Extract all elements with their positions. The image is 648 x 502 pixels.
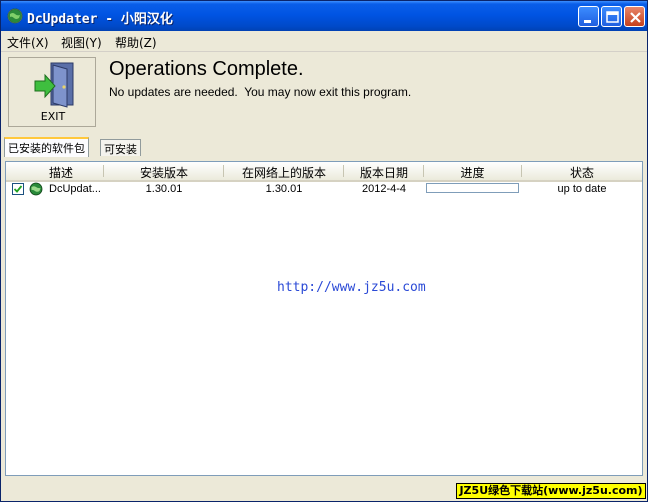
watermark-badge: JZ5U绿色下载站(www.jz5u.com) [456, 483, 646, 499]
close-button[interactable] [624, 6, 645, 27]
globe-app-icon [7, 8, 23, 24]
package-description: DcUpdat... [49, 183, 101, 195]
status-header: EXIT Operations Complete. No updates are… [1, 52, 647, 131]
title-bar[interactable]: DcUpdater - 小阳汉化 [1, 1, 647, 31]
exit-label: EXIT [40, 110, 66, 123]
watermark-url: http://www.jz5u.com [277, 280, 426, 295]
table-row[interactable]: DcUpdat... 1.30.01 1.30.01 2012-4-4 up t… [6, 180, 642, 198]
exit-door-icon [34, 62, 74, 108]
column-online-version[interactable]: 在网络上的版本 [224, 164, 344, 181]
menu-view[interactable]: 视图(Y) [61, 34, 102, 51]
tab-strip: 已安装的软件包 可安装 [1, 131, 647, 161]
progress-bar [426, 183, 519, 193]
close-icon [630, 12, 641, 23]
release-date: 2012-4-4 [361, 183, 407, 195]
tab-available[interactable]: 可安装 [100, 139, 141, 156]
online-version: 1.30.01 [265, 183, 303, 195]
app-window: DcUpdater - 小阳汉化 文件(X) 视图(Y) 帮助(Z) EXIT … [0, 0, 648, 502]
list-header: 描述 安装版本 在网络上的版本 版本日期 进度 状态 [6, 162, 642, 182]
maximize-icon [606, 11, 619, 23]
column-status[interactable]: 状态 [522, 164, 642, 181]
minimize-icon [584, 20, 591, 23]
column-release-date[interactable]: 版本日期 [344, 164, 424, 181]
installed-version: 1.30.01 [145, 183, 183, 195]
column-progress[interactable]: 进度 [424, 164, 521, 181]
menu-file[interactable]: 文件(X) [7, 34, 49, 51]
exit-button[interactable]: EXIT [8, 57, 96, 127]
operation-message: No updates are needed. You may now exit … [109, 85, 412, 99]
package-list[interactable]: 描述 安装版本 在网络上的版本 版本日期 进度 状态 DcUpdat... 1.… [5, 161, 643, 476]
menu-help[interactable]: 帮助(Z) [115, 34, 157, 51]
maximize-button[interactable] [601, 6, 622, 27]
globe-package-icon [29, 182, 43, 196]
checkbox-checked-icon[interactable] [12, 183, 24, 195]
tab-installed[interactable]: 已安装的软件包 [4, 137, 89, 157]
operation-title: Operations Complete. [109, 58, 304, 80]
package-status: up to date [557, 183, 607, 195]
minimize-button[interactable] [578, 6, 599, 27]
window-title: DcUpdater - 小阳汉化 [27, 12, 173, 27]
menu-bar: 文件(X) 视图(Y) 帮助(Z) [1, 31, 647, 52]
column-description[interactable]: 描述 [26, 164, 96, 181]
column-installed-version[interactable]: 安装版本 [104, 164, 224, 181]
